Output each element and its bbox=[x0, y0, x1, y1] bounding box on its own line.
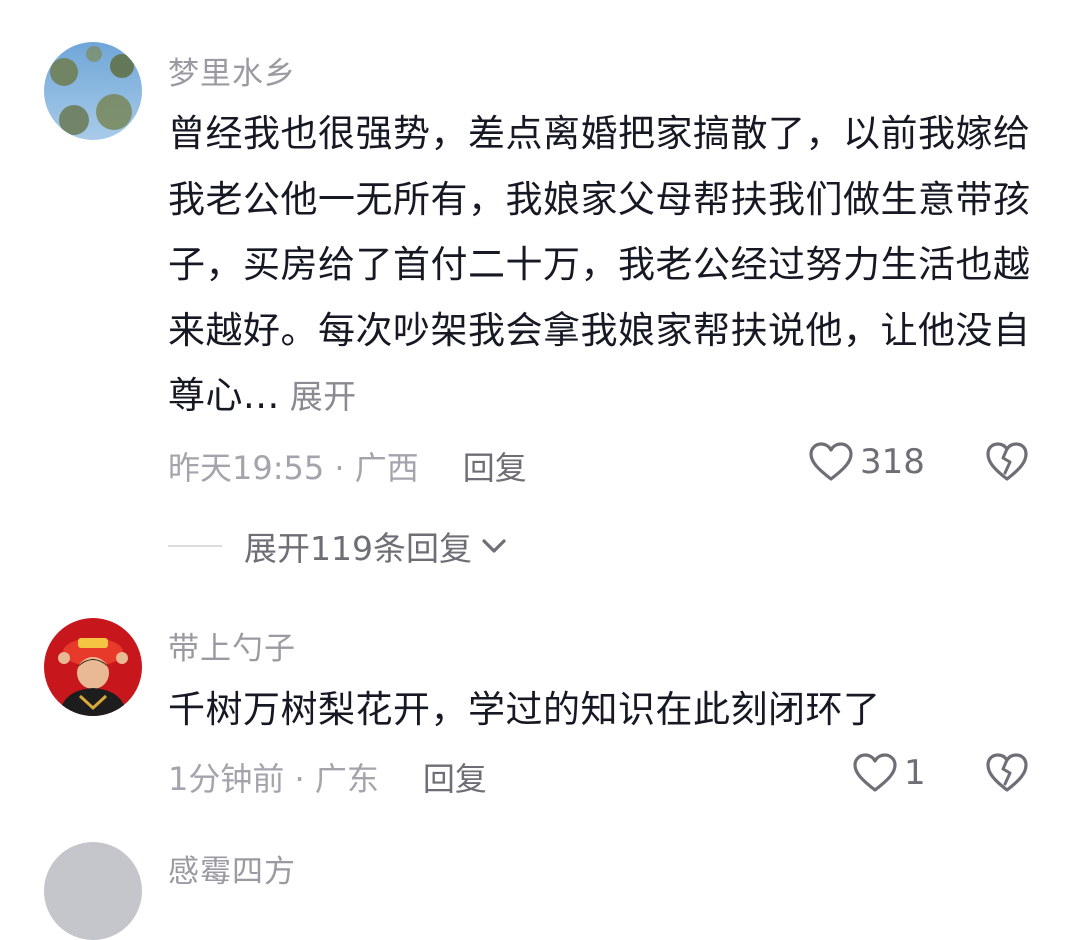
comment-item: 感霉四方 bbox=[0, 0, 1079, 940]
username[interactable]: 感霉四方 bbox=[168, 846, 296, 891]
avatar[interactable] bbox=[44, 842, 142, 940]
